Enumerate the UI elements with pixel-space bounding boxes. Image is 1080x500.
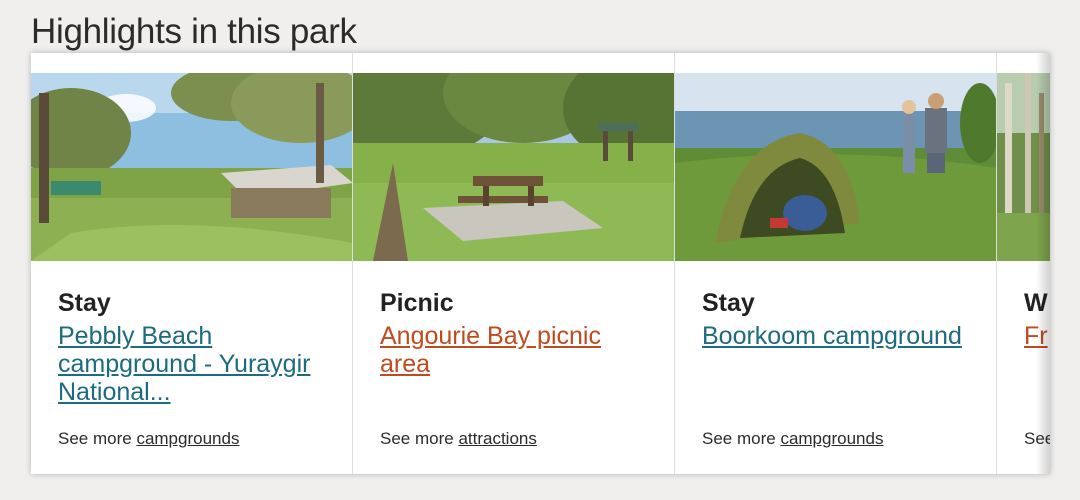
- card-title-link[interactable]: Boorkoom campground: [702, 322, 977, 350]
- see-more-campgrounds-link[interactable]: campgrounds: [780, 429, 883, 448]
- card-category: Stay: [58, 289, 111, 317]
- footer-prefix: See more: [58, 429, 132, 448]
- section-heading: Highlights in this park: [31, 12, 357, 51]
- card-footer: See more campgrounds: [58, 429, 239, 449]
- highlights-carousel[interactable]: Stay Pebbly Beach campground - Yuraygir …: [31, 53, 1050, 474]
- campground-tents-photo[interactable]: [31, 73, 352, 261]
- card-footer: See more attractions: [380, 429, 537, 449]
- highlight-card-pebbly-beach[interactable]: Stay Pebbly Beach campground - Yuraygir …: [31, 53, 353, 474]
- card-title-link[interactable]: Angourie Bay picnic area: [380, 322, 655, 378]
- picnic-table-photo[interactable]: [353, 73, 674, 261]
- see-more-campgrounds-link[interactable]: campgrounds: [136, 429, 239, 448]
- card-title-link[interactable]: Pebbly Beach campground - Yuraygir Natio…: [58, 322, 333, 406]
- footer-prefix: See more: [380, 429, 454, 448]
- see-more-attractions-link[interactable]: attractions: [458, 429, 536, 448]
- highlight-card-boorkoom[interactable]: Stay Boorkoom campground See more campgr…: [675, 53, 997, 474]
- beach-tent-photo[interactable]: [675, 73, 996, 261]
- card-category: Picnic: [380, 289, 454, 317]
- card-footer: See more campgrounds: [702, 429, 883, 449]
- carousel-edge-shadow: [1036, 53, 1050, 474]
- highlight-card-angourie-bay[interactable]: Picnic Angourie Bay picnic area See more…: [353, 53, 675, 474]
- footer-prefix: See more: [702, 429, 776, 448]
- card-category: Stay: [702, 289, 755, 317]
